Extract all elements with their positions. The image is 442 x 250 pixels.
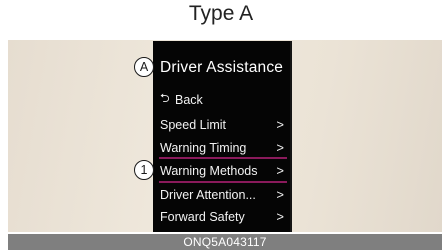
callout-a: A	[134, 57, 154, 77]
menu-item-back-label: Back	[175, 92, 203, 107]
back-arrow-icon: ⮌	[160, 91, 170, 105]
menu-item-label: Warning Methods	[160, 163, 258, 178]
menu-item-forward-safety[interactable]: Forward Safety >	[160, 206, 290, 227]
selection-underline-bottom	[159, 181, 287, 183]
chevron-right-icon: >	[276, 209, 284, 224]
chevron-right-icon: >	[276, 187, 284, 202]
menu-item-warning-methods[interactable]: Warning Methods >	[160, 160, 290, 181]
menu-item-speed-limit[interactable]: Speed Limit >	[160, 114, 290, 135]
callout-1: 1	[134, 160, 154, 180]
variant-title: Type A	[188, 2, 254, 25]
menu-item-label: Forward Safety	[160, 209, 245, 224]
menu-item-label: Driver Attention...	[160, 187, 256, 202]
menu-title: Driver Assistance	[160, 59, 284, 76]
figure-caption: ONQ5A043117	[8, 234, 442, 250]
menu-item-label: Warning Timing	[160, 140, 247, 155]
menu-item-driver-attention[interactable]: Driver Attention... >	[160, 184, 290, 205]
menu-item-label: Speed Limit	[160, 117, 227, 132]
selection-underline-top	[159, 157, 287, 159]
menu-item-back[interactable]: ⮌ Back	[160, 89, 290, 110]
manual-figure: Type A A Driver Assistance ⮌ Back Speed …	[0, 0, 442, 250]
chevron-right-icon: >	[276, 140, 284, 155]
chevron-right-icon: >	[276, 163, 284, 178]
menu-item-warning-timing[interactable]: Warning Timing >	[160, 137, 290, 158]
chevron-right-icon: >	[276, 117, 284, 132]
